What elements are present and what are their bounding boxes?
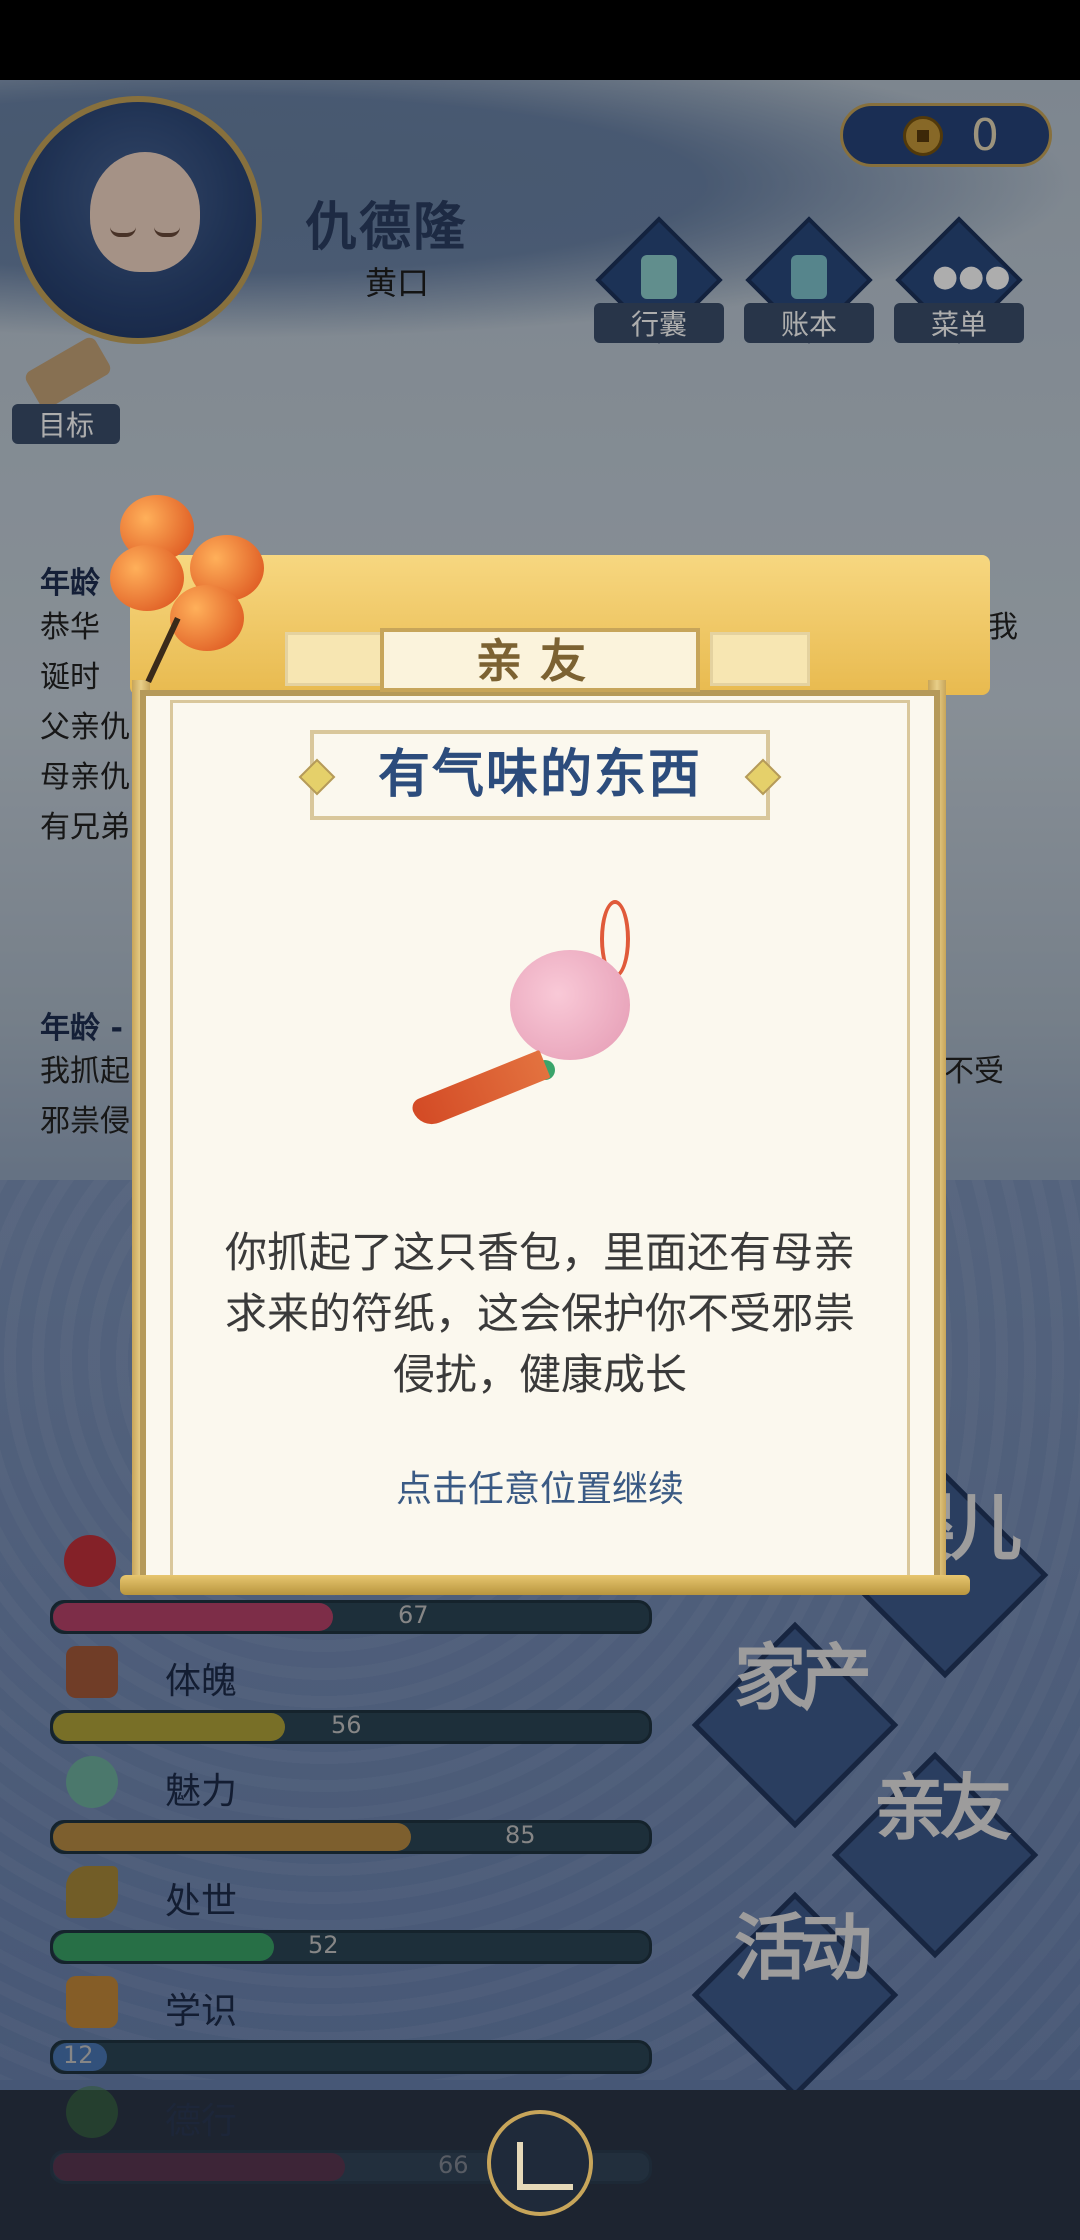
tab-ornament [285, 632, 385, 686]
item-name: 有气味的东西 [377, 745, 702, 805]
popup-category-label: 亲友 [476, 634, 604, 688]
item-name-plate: 有气味的东西 [298, 730, 782, 820]
tap-to-continue[interactable]: 点击任意位置继续 [200, 1460, 880, 1512]
coin-icon [66, 2086, 118, 2138]
popup-bottom-rail [120, 1575, 970, 1595]
sachet-icon [390, 900, 640, 1150]
candied-hawthorn-icon [100, 495, 280, 683]
description-line: 你抓起了这只香包，里面还有母亲 [224, 1228, 855, 1277]
stat-value: 66 [438, 2151, 469, 2179]
description-line: 求来的符纸，这会保护你不受邪祟 [224, 1289, 855, 1338]
share-icon [517, 2142, 573, 2190]
stat-label: 德行 [165, 2101, 238, 2142]
tab-ornament [710, 632, 810, 686]
popup-category-tab: 亲友 [380, 628, 700, 692]
item-description: 你抓起了这只香包，里面还有母亲 求来的符纸，这会保护你不受邪祟 侵扰，健康成长 [200, 1222, 880, 1405]
stat-fill [53, 2153, 346, 2181]
share-button[interactable] [487, 2110, 593, 2216]
description-line: 侵扰，健康成长 [392, 1350, 687, 1399]
